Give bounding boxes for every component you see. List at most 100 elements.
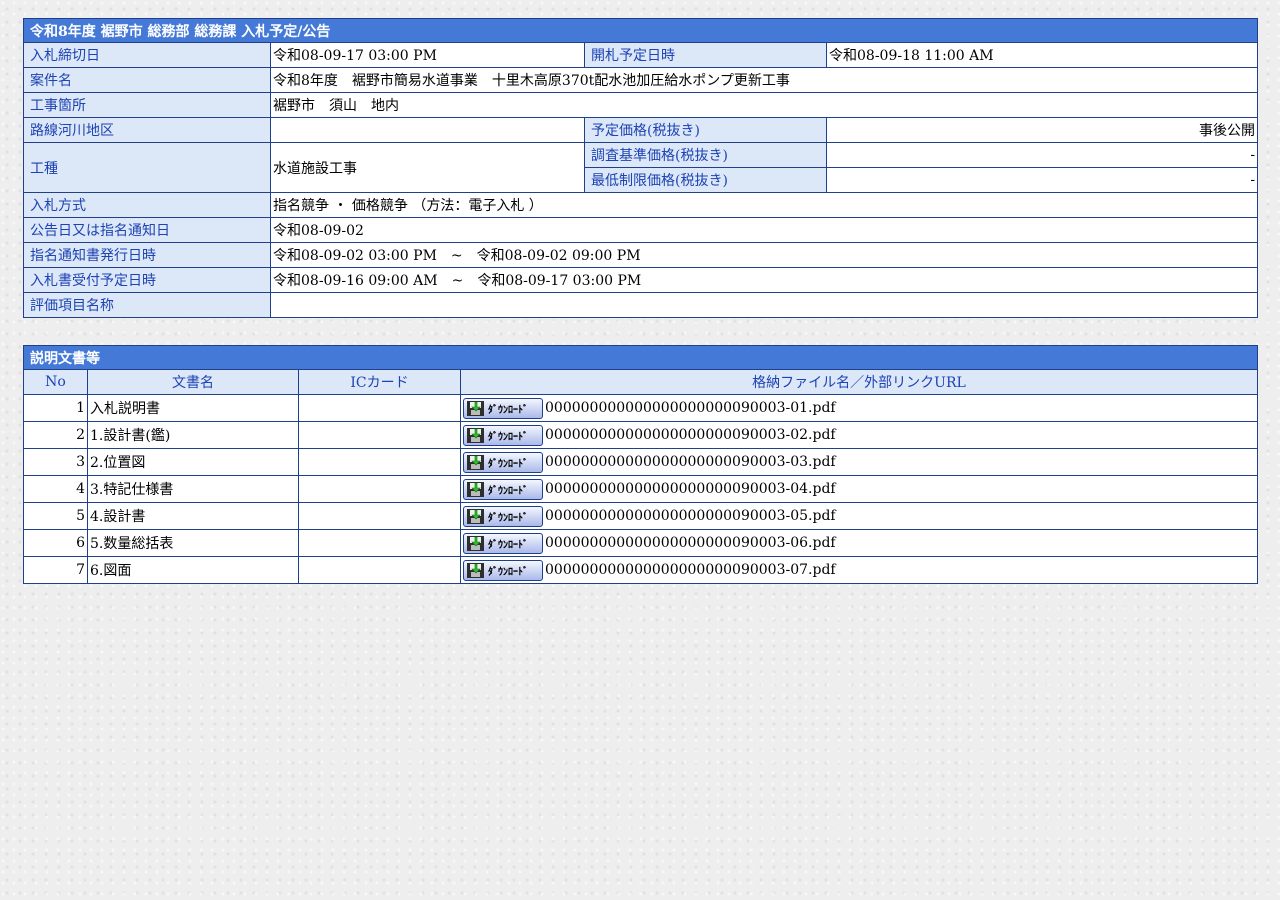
download-button[interactable]: ﾀﾞｳﾝﾛｰﾄﾞ [463,451,543,473]
document-no: 2 [23,421,88,449]
download-button-label: ﾀﾞｳﾝﾛｰﾄﾞ [488,458,528,470]
document-no: 3 [23,448,88,476]
location-value: 裾野市 須山 地内 [269,92,1259,118]
documents-table: 説明文書等 No 文書名 ICカード 格納ファイル名／外部リンクURL 1 入札説… [23,345,1258,584]
route-label: 路線河川地区 [23,117,271,143]
download-button-label: ﾀﾞｳﾝﾛｰﾄﾞ [488,485,528,497]
project-label: 案件名 [23,67,271,93]
location-label: 工事箇所 [23,92,271,118]
col-header-file: 格納ファイル名／外部リンクURL [460,369,1258,395]
download-button[interactable]: ﾀﾞｳﾝﾛｰﾄﾞ [463,532,543,554]
document-ic-card [298,421,461,449]
document-ic-card [298,475,461,503]
floppy-disk-icon [467,535,484,551]
document-file-cell: ﾀﾞｳﾝﾛｰﾄﾞ 000000000000000000000090003-07.p… [460,556,1258,584]
nomination-issue-label: 指名通知書発行日時 [23,242,271,268]
download-button[interactable]: ﾀﾞｳﾝﾛｰﾄﾞ [463,505,543,527]
document-file-cell: ﾀﾞｳﾝﾛｰﾄﾞ 000000000000000000000090003-06.p… [460,529,1258,557]
tender-info-caption: 令和8年度 裾野市 総務部 総務課 入札予定/公告 [22,18,1259,43]
route-value [270,117,585,143]
download-button-label: ﾀﾞｳﾝﾛｰﾄﾞ [488,431,528,443]
document-file-cell: ﾀﾞｳﾝﾛｰﾄﾞ 000000000000000000000090003-03.p… [460,448,1258,476]
document-file-name: 000000000000000000000090003-05.pdf [545,508,836,524]
document-file-cell: ﾀﾞｳﾝﾛｰﾄﾞ 000000000000000000000090003-04.p… [460,475,1258,503]
document-ic-card [298,502,461,530]
survey-price-value: - [825,142,1259,168]
download-button[interactable]: ﾀﾞｳﾝﾛｰﾄﾞ [463,478,543,500]
document-file-cell: ﾀﾞｳﾝﾛｰﾄﾞ 000000000000000000000090003-02.p… [460,421,1258,449]
document-file-name: 000000000000000000000090003-01.pdf [545,400,836,416]
floppy-disk-icon [467,481,484,497]
planned-price-value: 事後公開 [825,117,1259,143]
col-header-doc-name: 文書名 [87,369,299,395]
download-button-label: ﾀﾞｳﾝﾛｰﾄﾞ [488,404,528,416]
method-label: 入札方式 [23,192,271,218]
floppy-disk-icon [467,508,484,524]
deadline-label: 入札締切日 [23,42,271,68]
document-row: 7 6.図面 ﾀﾞｳﾝﾛｰﾄﾞ 000000000000000000000090003… [23,556,1258,584]
document-ic-card [298,556,461,584]
tender-info-table: 令和8年度 裾野市 総務部 総務課 入札予定/公告 入札締切日 令和08-09-… [22,18,1259,318]
min-price-label: 最低制限価格(税抜き) [584,167,827,193]
download-button[interactable]: ﾀﾞｳﾝﾛｰﾄﾞ [463,559,543,581]
nomination-issue-value: 令和08-09-02 03:00 PM ~ 令和08-09-02 09:00 P… [269,242,1259,268]
document-ic-card [298,394,461,422]
document-no: 5 [23,502,88,530]
project-value: 令和8年度 裾野市簡易水道事業 十里木高原370t配水池加圧給水ポンプ更新工事 [269,67,1259,93]
document-row: 4 3.特記仕様書 ﾀﾞｳﾝﾛｰﾄﾞ 000000000000000000000090… [23,475,1258,503]
download-button[interactable]: ﾀﾞｳﾝﾛｰﾄﾞ [463,397,543,419]
documents-rows: 1 入札説明書 ﾀﾞｳﾝﾛｰﾄﾞ 00000000000000000000009000… [23,394,1258,584]
document-no: 6 [23,529,88,557]
document-row: 6 5.数量総括表 ﾀﾞｳﾝﾛｰﾄﾞ 000000000000000000000090… [23,529,1258,557]
document-file-name: 000000000000000000000090003-02.pdf [545,427,836,443]
document-row: 3 2.位置図 ﾀﾞｳﾝﾛｰﾄﾞ 00000000000000000000009000… [23,448,1258,476]
evaluation-value [269,292,1259,318]
document-file-name: 000000000000000000000090003-03.pdf [545,454,836,470]
document-row: 1 入札説明書 ﾀﾞｳﾝﾛｰﾄﾞ 00000000000000000000009000… [23,394,1258,422]
deadline-value: 令和08-09-17 03:00 PM [270,42,585,68]
document-name: 6.図面 [87,556,299,584]
document-file-name: 000000000000000000000090003-04.pdf [545,481,836,497]
floppy-disk-icon [467,400,484,416]
bid-reception-label: 入札書受付予定日時 [23,267,271,293]
notice-date-value: 令和08-09-02 [269,217,1259,243]
documents-caption: 説明文書等 [23,345,1258,370]
work-type-value: 水道施設工事 [270,142,585,193]
download-button-label: ﾀﾞｳﾝﾛｰﾄﾞ [488,539,528,551]
notice-date-label: 公告日又は指名通知日 [23,217,271,243]
planned-price-label: 予定価格(税抜き) [584,117,827,143]
document-row: 5 4.設計書 ﾀﾞｳﾝﾛｰﾄﾞ 00000000000000000000009000… [23,502,1258,530]
opening-value: 令和08-09-18 11:00 AM [825,42,1259,68]
floppy-disk-icon [467,427,484,443]
document-file-name: 000000000000000000000090003-07.pdf [545,562,836,578]
document-row: 2 1.設計書(鑑) ﾀﾞｳﾝﾛｰﾄﾞ 00000000000000000000009… [23,421,1258,449]
download-button-label: ﾀﾞｳﾝﾛｰﾄﾞ [488,512,528,524]
method-value: 指名競争 ・ 価格競争 （方法：電子入札 ） [269,192,1259,218]
document-name: 4.設計書 [87,502,299,530]
bid-reception-value: 令和08-09-16 09:00 AM ~ 令和08-09-17 03:00 P… [269,267,1259,293]
document-name: 入札説明書 [87,394,299,422]
document-name: 3.特記仕様書 [87,475,299,503]
document-no: 7 [23,556,88,584]
col-header-no: No [23,369,88,395]
document-name: 2.位置図 [87,448,299,476]
document-name: 5.数量総括表 [87,529,299,557]
work-type-label: 工種 [23,142,271,193]
document-ic-card [298,448,461,476]
document-file-cell: ﾀﾞｳﾝﾛｰﾄﾞ 000000000000000000000090003-01.p… [460,394,1258,422]
col-header-ic-card: ICカード [298,369,461,395]
document-name: 1.設計書(鑑) [87,421,299,449]
floppy-disk-icon [467,562,484,578]
survey-price-label: 調査基準価格(税抜き) [584,142,827,168]
document-file-name: 000000000000000000000090003-06.pdf [545,535,836,551]
document-no: 1 [23,394,88,422]
document-ic-card [298,529,461,557]
document-file-cell: ﾀﾞｳﾝﾛｰﾄﾞ 000000000000000000000090003-05.p… [460,502,1258,530]
floppy-disk-icon [467,454,484,470]
opening-label: 開札予定日時 [584,42,827,68]
min-price-value: - [825,167,1259,193]
document-no: 4 [23,475,88,503]
download-button-label: ﾀﾞｳﾝﾛｰﾄﾞ [488,566,528,578]
download-button[interactable]: ﾀﾞｳﾝﾛｰﾄﾞ [463,424,543,446]
evaluation-label: 評価項目名称 [23,292,271,318]
